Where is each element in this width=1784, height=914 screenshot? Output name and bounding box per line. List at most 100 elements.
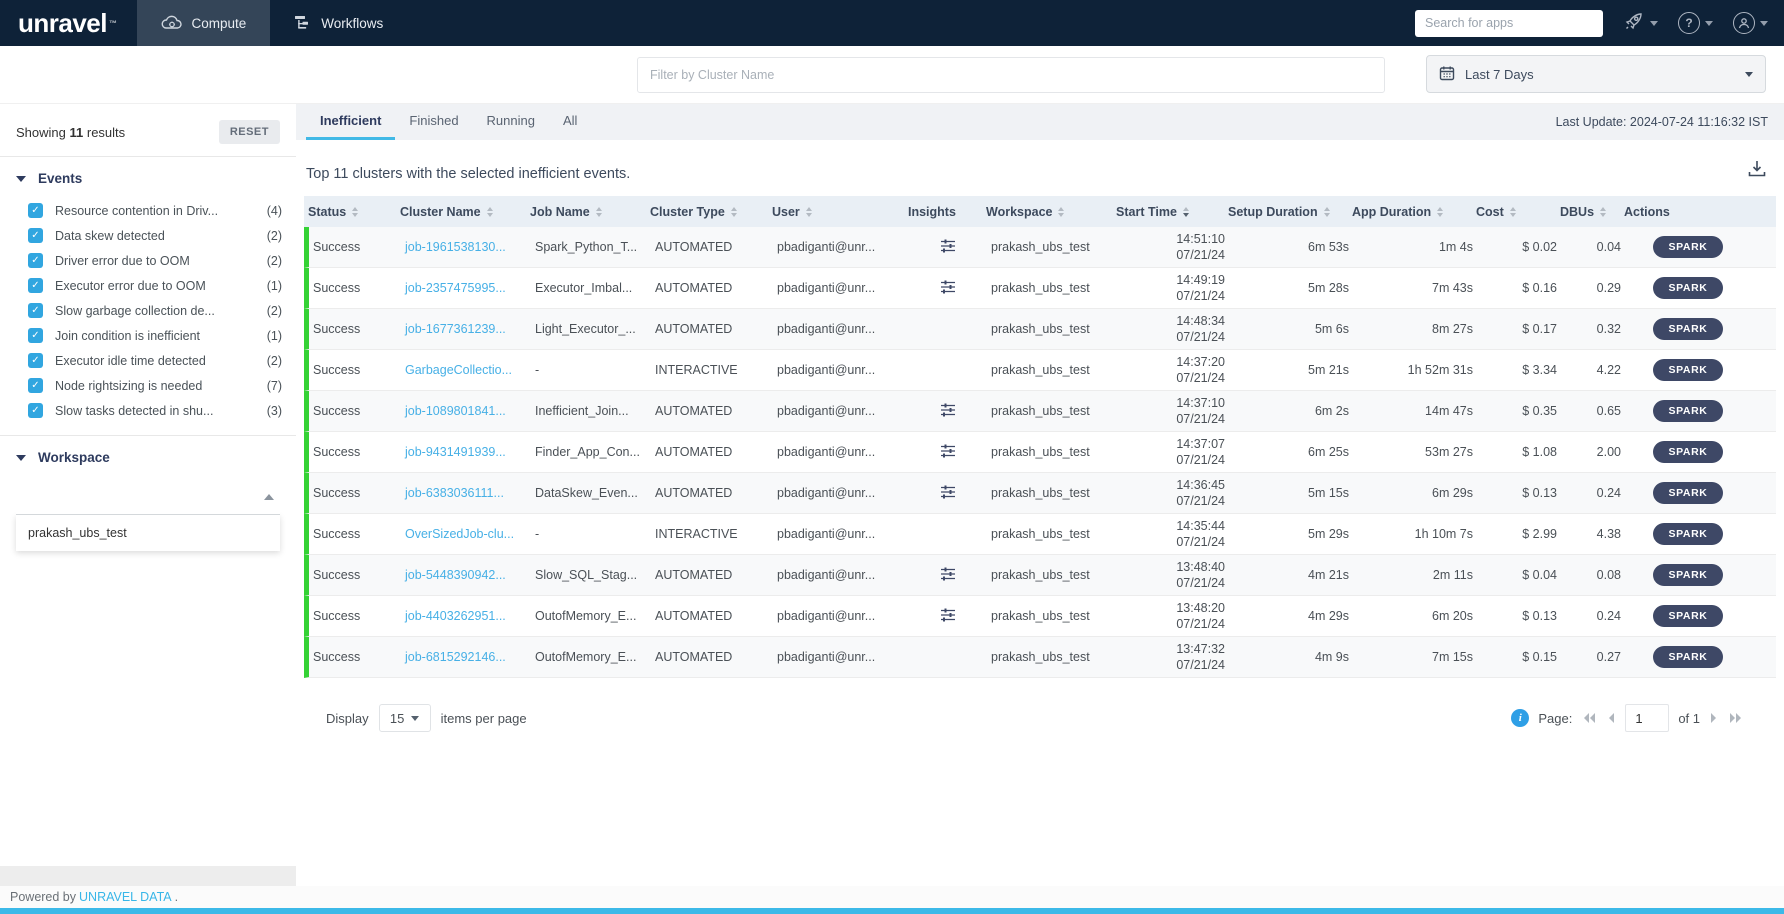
date-range-select[interactable]: Last 7 Days [1426, 55, 1766, 93]
sort-icon[interactable] [731, 207, 737, 217]
insights-icon[interactable] [939, 607, 957, 626]
column-header[interactable]: DBUs [1556, 205, 1620, 219]
actions-cell: SPARK [1625, 318, 1751, 340]
sort-icon[interactable] [487, 207, 493, 217]
sort-icon[interactable] [1437, 207, 1443, 217]
column-header[interactable]: Setup Duration [1224, 205, 1348, 219]
spark-action-button[interactable]: SPARK [1653, 400, 1724, 422]
user-cell: pbadiganti@unr... [773, 322, 909, 336]
sort-icon[interactable] [596, 207, 602, 217]
workspace-option[interactable]: prakash_ubs_test [16, 515, 280, 551]
column-header[interactable]: Job Name [526, 205, 646, 219]
sort-icon[interactable] [1324, 207, 1330, 217]
checkbox-checked[interactable]: ✓ [28, 328, 43, 343]
unravel-logo[interactable]: unravel™ [0, 0, 137, 46]
checkbox-checked[interactable]: ✓ [28, 303, 43, 318]
cluster-name-link[interactable]: job-4403262951... [401, 609, 531, 623]
cluster-tab[interactable]: Inefficient [306, 104, 395, 140]
checkbox-checked[interactable]: ✓ [28, 253, 43, 268]
column-header[interactable]: Status [304, 205, 396, 219]
nav-tab-compute[interactable]: Compute [137, 0, 271, 46]
cluster-name-link[interactable]: job-2357475995... [401, 281, 531, 295]
unravel-data-link[interactable]: UNRAVEL DATA [79, 890, 172, 904]
spark-action-button[interactable]: SPARK [1653, 318, 1724, 340]
cluster-name-filter-input[interactable] [637, 57, 1385, 93]
insights-icon[interactable] [939, 566, 957, 585]
spark-action-button[interactable]: SPARK [1653, 523, 1724, 545]
cluster-name-link[interactable]: job-1089801841... [401, 404, 531, 418]
spark-action-button[interactable]: SPARK [1653, 277, 1724, 299]
sort-icon[interactable] [1510, 207, 1516, 217]
event-filter-count: (3) [267, 404, 282, 418]
nav-tab-workflows[interactable]: Workflows [270, 0, 407, 46]
checkbox-checked[interactable]: ✓ [28, 228, 43, 243]
checkbox-checked[interactable]: ✓ [28, 378, 43, 393]
cluster-type-cell: AUTOMATED [651, 650, 773, 664]
cluster-name-link[interactable]: GarbageCollectio... [401, 363, 531, 377]
spark-action-button[interactable]: SPARK [1653, 359, 1724, 381]
app-search-input[interactable] [1415, 10, 1603, 37]
event-filter-count: (2) [267, 229, 282, 243]
reset-filters-button[interactable]: RESET [219, 120, 280, 144]
column-header[interactable]: Workspace [982, 205, 1112, 219]
first-page-button[interactable] [1581, 712, 1597, 724]
cluster-tabs-bar: Inefficient Finished Running All Last Up… [296, 104, 1784, 140]
download-icon[interactable] [1748, 160, 1766, 182]
sort-icon[interactable] [1183, 207, 1189, 217]
app-duration-cell: 1m 4s [1353, 240, 1477, 254]
column-header[interactable]: Cluster Type [646, 205, 768, 219]
last-page-button[interactable] [1728, 712, 1744, 724]
cluster-tab[interactable]: Finished [395, 104, 472, 140]
page-number-input[interactable] [1625, 704, 1669, 732]
cluster-name-link[interactable]: job-5448390942... [401, 568, 531, 582]
checkbox-checked[interactable]: ✓ [28, 203, 43, 218]
cost-cell: $ 0.16 [1477, 281, 1561, 295]
checkbox-checked[interactable]: ✓ [28, 353, 43, 368]
cluster-name-link[interactable]: job-6383036111... [401, 486, 531, 500]
checkbox-checked[interactable]: ✓ [28, 278, 43, 293]
info-icon[interactable]: i [1511, 709, 1529, 727]
spark-action-button[interactable]: SPARK [1653, 482, 1724, 504]
spark-action-button[interactable]: SPARK [1653, 605, 1724, 627]
cluster-name-link[interactable]: job-9431491939... [401, 445, 531, 459]
sort-icon[interactable] [806, 207, 812, 217]
page-size-select[interactable]: 15 [379, 704, 431, 732]
insights-icon[interactable] [939, 443, 957, 462]
insights-icon[interactable] [939, 279, 957, 298]
user-menu-dropdown[interactable] [1733, 12, 1768, 34]
help-dropdown[interactable]: ? [1678, 12, 1713, 34]
insights-icon[interactable] [939, 402, 957, 421]
job-name-cell: Spark_Python_T... [531, 240, 651, 254]
workspace-select-input[interactable] [16, 479, 280, 515]
column-header[interactable]: Cluster Name [396, 205, 526, 219]
spark-action-button[interactable]: SPARK [1653, 564, 1724, 586]
cluster-name-link[interactable]: job-6815292146... [401, 650, 531, 664]
column-header[interactable]: Start Time [1112, 205, 1224, 219]
column-header[interactable]: Insights [904, 205, 982, 219]
events-section-toggle[interactable]: Events [0, 157, 296, 196]
insights-icon[interactable] [939, 484, 957, 503]
next-page-button[interactable] [1709, 712, 1719, 724]
spark-action-button[interactable]: SPARK [1653, 441, 1724, 463]
cluster-tab[interactable]: Running [473, 104, 549, 140]
sort-icon[interactable] [1600, 207, 1606, 217]
prev-page-button[interactable] [1606, 712, 1616, 724]
event-filter-label: Executor idle time detected [55, 354, 255, 368]
spark-action-button[interactable]: SPARK [1653, 646, 1724, 668]
cluster-name-link[interactable]: job-1961538130... [401, 240, 531, 254]
workspace-section-toggle[interactable]: Workspace [0, 436, 296, 475]
chevron-down-icon [16, 455, 26, 461]
column-header[interactable]: Actions [1620, 205, 1746, 219]
column-header[interactable]: Cost [1472, 205, 1556, 219]
whats-new-dropdown[interactable] [1623, 10, 1658, 37]
column-header[interactable]: App Duration [1348, 205, 1472, 219]
checkbox-checked[interactable]: ✓ [28, 403, 43, 418]
cluster-tab[interactable]: All [549, 104, 591, 140]
cluster-name-link[interactable]: job-1677361239... [401, 322, 531, 336]
sort-icon[interactable] [1058, 207, 1064, 217]
sort-icon[interactable] [352, 207, 358, 217]
spark-action-button[interactable]: SPARK [1653, 236, 1724, 258]
insights-icon[interactable] [939, 238, 957, 257]
cluster-name-link[interactable]: OverSizedJob-clu... [401, 527, 531, 541]
column-header[interactable]: User [768, 205, 904, 219]
